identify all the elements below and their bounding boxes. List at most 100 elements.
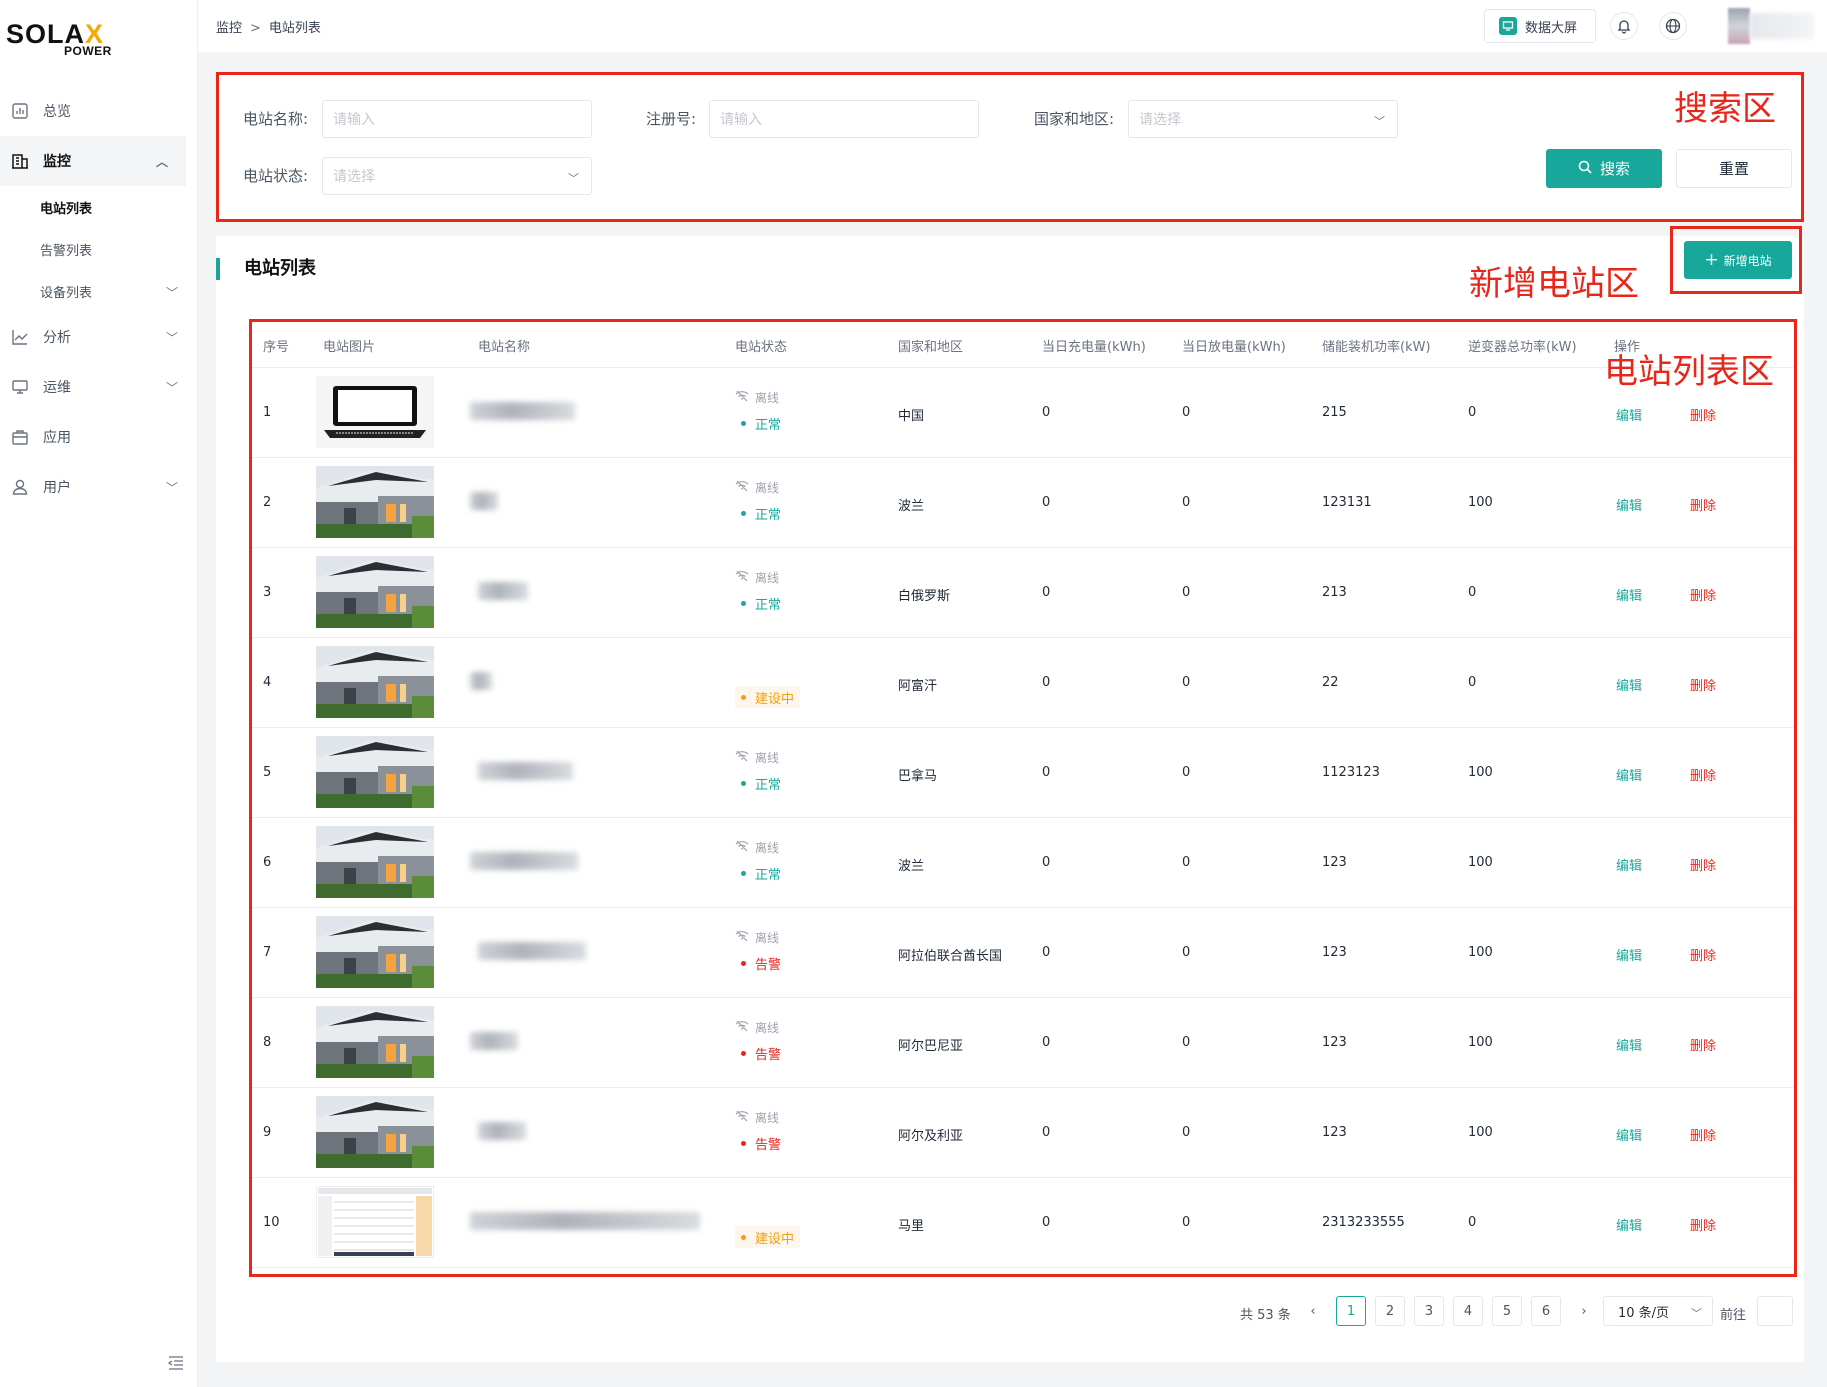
offline-status: 离线 (735, 386, 779, 408)
sidebar-item-device-list[interactable]: 设备列表 ﹀ (0, 270, 196, 312)
edit-link[interactable]: 编辑 (1616, 855, 1642, 874)
edit-link[interactable]: 编辑 (1616, 1035, 1642, 1054)
sidebar-item-users[interactable]: 用户 ﹀ (0, 462, 196, 512)
sidebar-item-apps[interactable]: 应用 (0, 412, 196, 462)
page-size-select[interactable]: 10 条/页 ﹀ (1603, 1296, 1713, 1326)
edit-link[interactable]: 编辑 (1616, 495, 1642, 514)
sidebar-item-analysis[interactable]: 分析 ﹀ (0, 312, 196, 362)
offline-label: 离线 (755, 1020, 780, 1035)
station-name-input[interactable]: 请输入 (322, 100, 592, 138)
station-image[interactable] (316, 376, 434, 448)
station-image[interactable] (316, 916, 434, 988)
sidebar-item-alarm-list[interactable]: 告警列表 (0, 228, 196, 270)
breadcrumb-item[interactable]: 监控 (216, 21, 242, 36)
country-cell: 中国 (898, 409, 925, 424)
station-name-redacted[interactable] (470, 402, 575, 420)
sidebar-item-monitor[interactable]: 监控 ︿ (0, 136, 186, 186)
offline-status: 离线 (735, 1016, 779, 1038)
chevron-right-icon: › (1581, 1303, 1587, 1319)
reg-no-input[interactable]: 请输入 (709, 100, 979, 138)
delete-link[interactable]: 删除 (1690, 1035, 1716, 1054)
goto-page-input[interactable] (1757, 1296, 1793, 1326)
breadcrumb: 监控 > 电站列表 (216, 21, 321, 36)
collapse-menu-icon[interactable] (167, 1356, 184, 1374)
data-bigscreen-button[interactable]: 数据大屏 (1484, 9, 1596, 43)
station-status-badge: 建设中 (735, 686, 801, 708)
station-image[interactable] (316, 556, 434, 628)
add-station-button[interactable]: + 新增电站 (1684, 241, 1792, 279)
delete-link[interactable]: 删除 (1690, 1215, 1716, 1234)
discharge-cell: 0 (1182, 585, 1191, 600)
edit-link[interactable]: 编辑 (1616, 405, 1642, 424)
offline-label: 离线 (755, 570, 780, 585)
edit-link[interactable]: 编辑 (1616, 585, 1642, 604)
station-status-select[interactable]: 请选择 ﹀ (322, 157, 592, 195)
edit-link[interactable]: 编辑 (1616, 945, 1642, 964)
station-name-redacted[interactable] (470, 672, 492, 690)
status-label: 告警 (755, 1137, 782, 1153)
page-button[interactable]: 2 (1375, 1296, 1405, 1326)
table-row: 10 建设中 马里 0 0 2313233555 0 编辑 删除 (252, 1178, 1794, 1268)
monitor-icon (10, 377, 30, 397)
reset-button[interactable]: 重置 (1676, 149, 1792, 188)
sidebar-item-ops[interactable]: 运维 ﹀ (0, 362, 196, 412)
edit-link[interactable]: 编辑 (1616, 675, 1642, 694)
charge-cell: 0 (1042, 405, 1051, 420)
discharge-cell: 0 (1182, 405, 1191, 420)
station-name-redacted[interactable] (470, 1212, 700, 1230)
delete-link[interactable]: 删除 (1690, 1125, 1716, 1144)
chevron-down-icon: ﹀ (568, 172, 579, 185)
station-name-redacted[interactable] (478, 942, 586, 960)
prev-page-button[interactable]: ‹ (1298, 1296, 1328, 1326)
page-button[interactable]: 1 (1336, 1296, 1366, 1326)
station-image[interactable] (316, 466, 434, 538)
chevron-down-icon: ﹀ (165, 481, 178, 495)
globe-icon[interactable] (1659, 12, 1687, 40)
page-button[interactable]: 6 (1531, 1296, 1561, 1326)
station-name-redacted[interactable] (470, 492, 498, 510)
delete-link[interactable]: 删除 (1690, 765, 1716, 784)
delete-link[interactable]: 删除 (1690, 945, 1716, 964)
station-name-redacted[interactable] (478, 1122, 526, 1140)
table-row: 2 离线 正常 波兰 0 0 123131 100 编辑 删除 (252, 458, 1794, 548)
edit-link[interactable]: 编辑 (1616, 1215, 1642, 1234)
delete-link[interactable]: 删除 (1690, 585, 1716, 604)
station-image[interactable] (316, 1186, 434, 1258)
avatar[interactable] (1728, 8, 1818, 44)
total-count: 共 53 条 (1240, 1308, 1291, 1323)
country-select[interactable]: 请选择 ﹀ (1128, 100, 1398, 138)
delete-link[interactable]: 删除 (1690, 405, 1716, 424)
offline-label: 离线 (755, 840, 780, 855)
charge-cell: 0 (1042, 675, 1051, 690)
station-name-redacted[interactable] (478, 582, 528, 600)
station-image[interactable] (316, 1096, 434, 1168)
page-button[interactable]: 5 (1492, 1296, 1522, 1326)
page-button[interactable]: 4 (1453, 1296, 1483, 1326)
page-button[interactable]: 3 (1414, 1296, 1444, 1326)
edit-link[interactable]: 编辑 (1616, 765, 1642, 784)
delete-link[interactable]: 删除 (1690, 855, 1716, 874)
search-button[interactable]: 搜索 (1546, 149, 1662, 188)
station-image[interactable] (316, 646, 434, 718)
row-index: 2 (263, 495, 272, 510)
status-label: 正常 (755, 507, 782, 523)
add-zone-frame: + 新增电站 (1670, 226, 1802, 294)
delete-link[interactable]: 删除 (1690, 675, 1716, 694)
discharge-cell: 0 (1182, 495, 1191, 510)
search-icon (1578, 160, 1592, 178)
status-label: 正常 (755, 777, 782, 793)
sidebar-item-station-list[interactable]: 电站列表 (0, 186, 196, 228)
edit-link[interactable]: 编辑 (1616, 1125, 1642, 1144)
station-image[interactable] (316, 826, 434, 898)
station-name-redacted[interactable] (470, 1032, 518, 1050)
solax-logo: SOLAX POWER (6, 19, 112, 58)
station-name-redacted[interactable] (470, 852, 578, 870)
delete-link[interactable]: 删除 (1690, 495, 1716, 514)
sidebar-item-overview[interactable]: 总览 (0, 86, 196, 136)
station-image[interactable] (316, 1006, 434, 1078)
station-name-redacted[interactable] (478, 762, 573, 780)
station-image[interactable] (316, 736, 434, 808)
country-cell: 阿拉伯联合酋长国 (898, 949, 1003, 964)
bell-icon[interactable] (1610, 12, 1638, 40)
next-page-button[interactable]: › (1569, 1296, 1599, 1326)
